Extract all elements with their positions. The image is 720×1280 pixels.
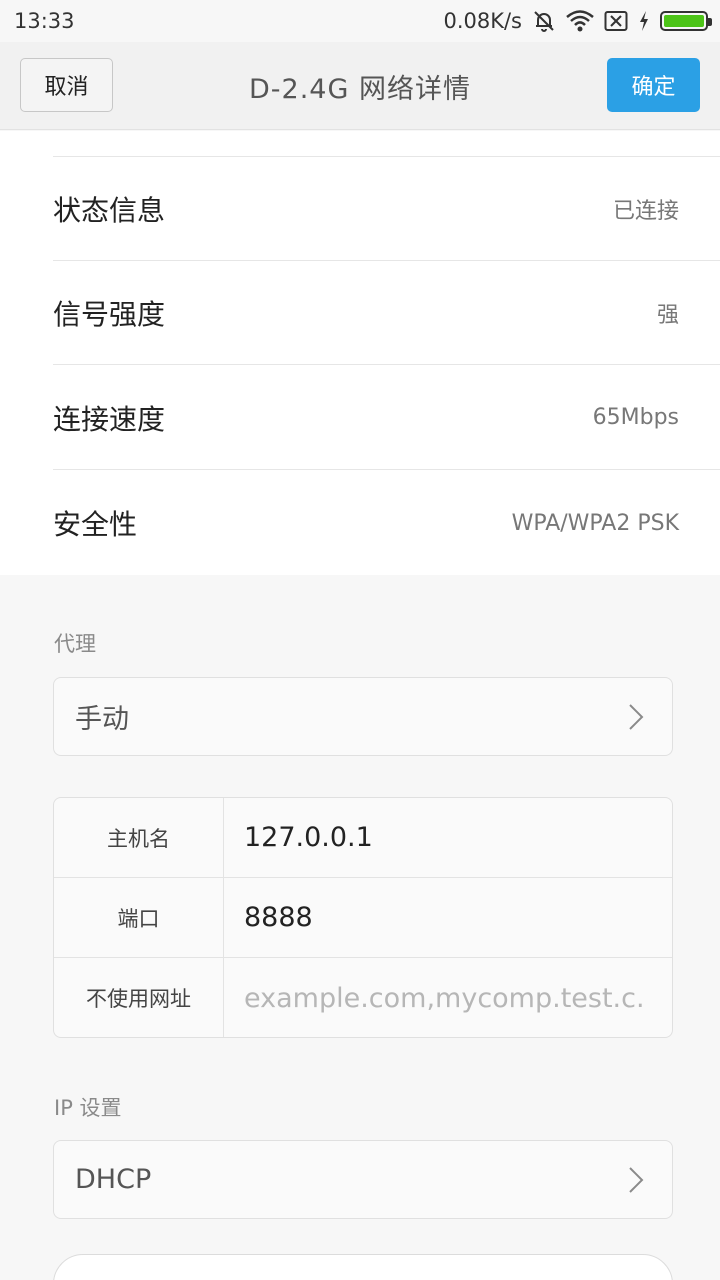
network-info-list: 状态信息 已连接 信号强度 强 连接速度 65Mbps 安全性 WPA/WPA2… — [0, 131, 720, 575]
mute-bell-icon — [532, 9, 556, 33]
wifi-icon — [566, 10, 594, 32]
cancel-button[interactable]: 取消 — [20, 58, 113, 112]
net-speed: 0.08K/s — [443, 9, 522, 33]
ip-settings-select[interactable]: DHCP — [53, 1140, 673, 1219]
bottom-action-button[interactable] — [53, 1254, 673, 1280]
status-bar: 13:33 0.08K/s — [0, 0, 720, 42]
proxy-row-port: 端口 8888 — [54, 878, 672, 958]
info-label: 信号强度 — [53, 297, 166, 331]
bypass-label: 不使用网址 — [54, 958, 224, 1037]
hostname-label: 主机名 — [54, 798, 224, 877]
info-label: 状态信息 — [53, 193, 166, 227]
proxy-row-hostname: 主机名 127.0.0.1 — [54, 798, 672, 878]
proxy-settings-table: 主机名 127.0.0.1 端口 8888 不使用网址 example.com,… — [53, 797, 673, 1038]
info-label: 连接速度 — [53, 402, 166, 436]
confirm-button[interactable]: 确定 — [607, 58, 700, 112]
network-details-screen: 13:33 0.08K/s D-2.4G 网络详情 取消 确定 状态信息 已连接… — [0, 0, 720, 1280]
ip-settings-value: DHCP — [75, 1164, 152, 1195]
no-sim-icon — [604, 10, 628, 32]
chevron-right-icon — [628, 1166, 644, 1194]
status-time: 13:33 — [14, 9, 75, 33]
proxy-mode-select[interactable]: 手动 — [53, 677, 673, 756]
proxy-section-label: 代理 — [54, 632, 96, 656]
battery-level — [664, 15, 704, 27]
title-bar: D-2.4G 网络详情 取消 确定 — [0, 42, 720, 130]
info-row-security: 安全性 WPA/WPA2 PSK — [53, 471, 720, 575]
status-icons: 0.08K/s — [443, 9, 712, 33]
info-row-status: 状态信息 已连接 — [53, 157, 720, 261]
port-field[interactable]: 8888 — [224, 878, 672, 957]
charging-icon — [638, 10, 650, 32]
port-label: 端口 — [54, 878, 224, 957]
ip-settings-section-label: IP 设置 — [54, 1096, 122, 1120]
proxy-row-bypass: 不使用网址 example.com,mycomp.test.c. — [54, 958, 672, 1037]
info-row-signal: 信号强度 强 — [53, 261, 720, 365]
bypass-field[interactable]: example.com,mycomp.test.c. — [224, 958, 672, 1037]
proxy-mode-value: 手动 — [75, 704, 129, 735]
info-row-speed: 连接速度 65Mbps — [53, 366, 720, 470]
info-label: 安全性 — [53, 508, 138, 541]
info-value: 强 — [656, 302, 679, 328]
battery-icon — [660, 11, 712, 31]
info-value: WPA/WPA2 PSK — [511, 510, 679, 536]
chevron-right-icon — [628, 703, 644, 731]
hostname-field[interactable]: 127.0.0.1 — [224, 798, 672, 877]
info-value: 65Mbps — [592, 405, 679, 430]
info-value: 已连接 — [612, 198, 679, 224]
